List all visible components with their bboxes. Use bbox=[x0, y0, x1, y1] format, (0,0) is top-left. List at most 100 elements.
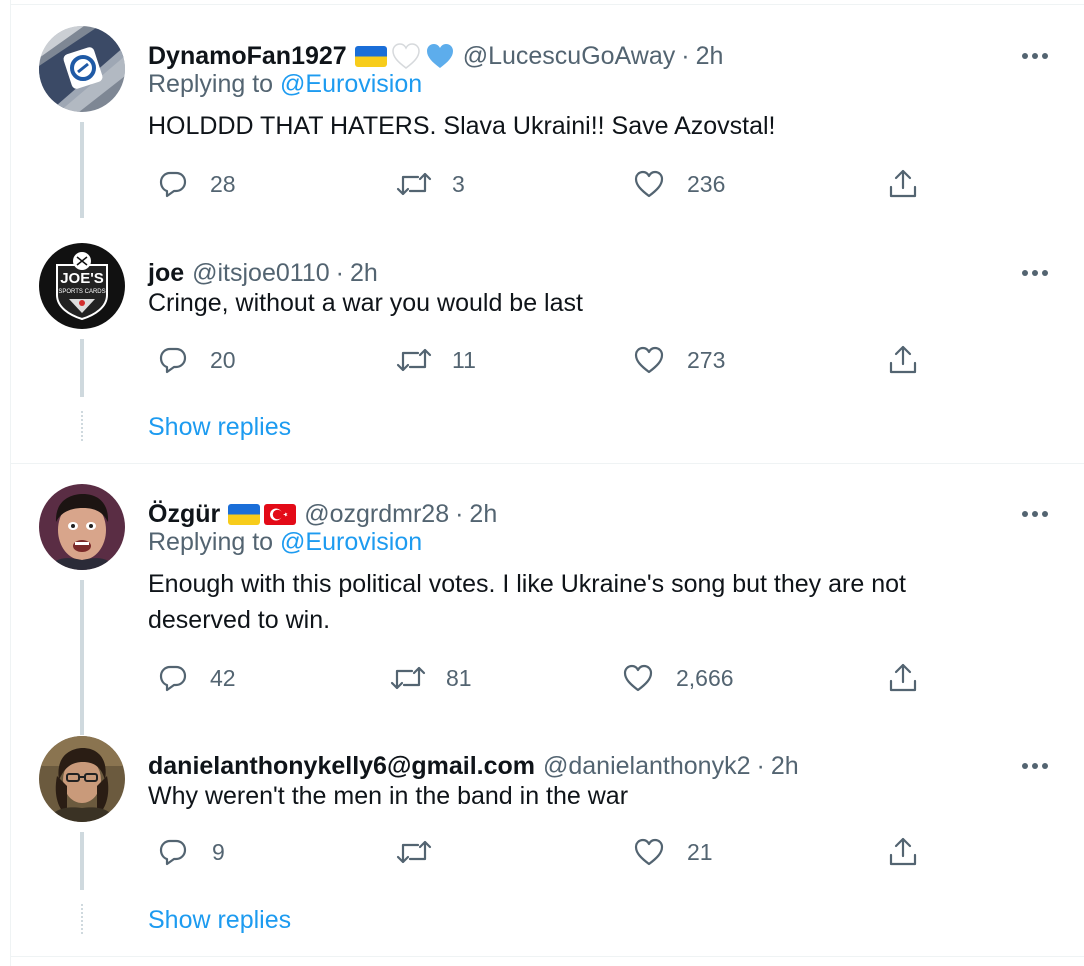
avatar-logo-text-2: SPORTS CARDS bbox=[58, 289, 105, 295]
avatar-logo-text-1: JOE'S bbox=[60, 270, 104, 287]
retweet-button[interactable]: 3 bbox=[396, 164, 465, 204]
reply-count: 20 bbox=[210, 346, 236, 373]
reply-icon bbox=[159, 171, 187, 198]
avatar-danielanthonykelly[interactable] bbox=[39, 736, 125, 822]
thread-divider bbox=[11, 463, 1084, 464]
tweet-text-line: deserved to win. bbox=[148, 606, 331, 634]
share-button[interactable] bbox=[888, 164, 918, 204]
retweet-icon bbox=[396, 348, 432, 372]
like-icon bbox=[634, 170, 664, 198]
like-button[interactable]: 236 bbox=[633, 164, 725, 204]
timestamp[interactable]: 2h bbox=[771, 752, 799, 781]
show-replies-link[interactable]: Show replies bbox=[148, 413, 291, 442]
like-button[interactable]: 273 bbox=[633, 340, 725, 380]
bottom-divider bbox=[11, 956, 1084, 957]
tweet-actions: 20 11 273 bbox=[148, 340, 928, 380]
like-icon bbox=[623, 664, 653, 692]
thread-line bbox=[80, 580, 84, 735]
share-icon bbox=[889, 169, 917, 198]
reply-button[interactable]: 28 bbox=[158, 164, 236, 204]
replying-mention-link[interactable]: @Eurovision bbox=[280, 70, 422, 98]
retweet-button[interactable]: 81 bbox=[390, 658, 472, 698]
share-icon bbox=[889, 837, 917, 866]
reply-count: 9 bbox=[212, 838, 225, 865]
thread-dots bbox=[81, 411, 85, 441]
reply-button[interactable]: 20 bbox=[158, 340, 236, 380]
retweet-count: 11 bbox=[452, 346, 476, 373]
avatar-joe[interactable]: JOE'S SPORTS CARDS bbox=[39, 243, 125, 329]
share-button[interactable] bbox=[888, 832, 918, 872]
conversation-timeline: DynamoFan1927 @LucescuGoAway · 2h Replyi… bbox=[10, 0, 1084, 966]
ukraine-flag-emoji bbox=[354, 45, 387, 67]
share-icon bbox=[889, 345, 917, 374]
tweet-text-line: Enough with this political votes. I like… bbox=[148, 570, 906, 598]
reply-button[interactable]: 42 bbox=[158, 658, 236, 698]
user-handle[interactable]: @itsjoe0110 bbox=[192, 259, 330, 288]
like-count: 21 bbox=[687, 838, 713, 865]
tweet-danielanthonykelly[interactable]: danielanthonykelly6@gmail.com @danielant… bbox=[11, 736, 1084, 956]
more-icon[interactable] bbox=[1015, 36, 1055, 76]
show-replies-link[interactable]: Show replies bbox=[148, 906, 291, 935]
reply-count: 28 bbox=[210, 170, 236, 197]
share-button[interactable] bbox=[888, 658, 918, 698]
tweet-actions: 9 21 bbox=[148, 832, 928, 872]
display-name[interactable]: joe bbox=[148, 259, 184, 288]
like-count: 273 bbox=[687, 346, 726, 373]
separator-dot: · bbox=[455, 499, 464, 528]
like-icon bbox=[634, 838, 664, 866]
reply-count: 42 bbox=[210, 664, 236, 691]
thread-line bbox=[80, 339, 84, 397]
like-icon bbox=[634, 346, 664, 374]
reply-icon bbox=[159, 839, 187, 866]
tweet-actions: 28 3 236 bbox=[148, 164, 928, 204]
retweet-button[interactable] bbox=[396, 832, 454, 872]
tweet-joe[interactable]: JOE'S SPORTS CARDS joe @itsjoe0110 · 2h … bbox=[11, 243, 1084, 463]
tweet-dynamofan[interactable]: DynamoFan1927 @LucescuGoAway · 2h Replyi… bbox=[11, 26, 1084, 218]
thread-line bbox=[80, 122, 84, 218]
display-name[interactable]: DynamoFan1927 bbox=[148, 42, 347, 71]
tweet-text: Why weren't the men in the band in the w… bbox=[148, 782, 629, 810]
tweet-text: Cringe, without a war you would be last bbox=[148, 289, 583, 317]
like-count: 2,666 bbox=[676, 664, 734, 691]
replying-prefix: Replying to bbox=[148, 528, 281, 556]
retweet-button[interactable]: 11 bbox=[396, 340, 476, 380]
tweet-text: HOLDDD THAT HATERS. Slava Ukraini!! Save… bbox=[148, 112, 776, 140]
share-button[interactable] bbox=[888, 340, 918, 380]
timestamp[interactable]: 2h bbox=[469, 500, 497, 529]
timestamp[interactable]: 2h bbox=[350, 259, 378, 288]
like-count: 236 bbox=[687, 170, 726, 197]
separator-dot: · bbox=[756, 751, 765, 780]
more-icon[interactable] bbox=[1015, 494, 1055, 534]
separator-dot: · bbox=[335, 258, 344, 287]
timestamp[interactable]: 2h bbox=[696, 42, 724, 71]
share-icon bbox=[889, 663, 917, 692]
turkey-flag-emoji bbox=[264, 503, 297, 525]
thread-dots bbox=[81, 904, 85, 934]
retweet-count: 3 bbox=[452, 170, 465, 197]
reply-icon bbox=[159, 665, 187, 692]
tweet-ozgur[interactable]: Özgür @ozgrdmr28 · 2h Replying to @Eurov… bbox=[11, 484, 1084, 735]
separator-dot: · bbox=[681, 41, 690, 70]
replying-to: Replying to @Eurovision bbox=[148, 528, 422, 557]
retweet-icon bbox=[396, 840, 432, 864]
avatar-ozgur[interactable] bbox=[39, 484, 125, 570]
user-handle[interactable]: @LucescuGoAway bbox=[463, 42, 676, 71]
like-button[interactable]: 2,666 bbox=[622, 658, 734, 698]
white-heart-icon bbox=[391, 42, 421, 70]
display-name[interactable]: danielanthonykelly6@gmail.com bbox=[148, 752, 535, 781]
replying-to: Replying to @Eurovision bbox=[148, 70, 422, 99]
replying-prefix: Replying to bbox=[148, 70, 281, 98]
display-name[interactable]: Özgür bbox=[148, 500, 220, 529]
like-button[interactable]: 21 bbox=[633, 832, 713, 872]
retweet-icon bbox=[396, 172, 432, 196]
user-handle[interactable]: @ozgrdmr28 bbox=[304, 500, 449, 529]
blue-heart-icon bbox=[425, 42, 455, 70]
avatar-dynamofan[interactable] bbox=[39, 26, 125, 112]
replying-mention-link[interactable]: @Eurovision bbox=[280, 528, 422, 556]
ukraine-flag-emoji bbox=[228, 503, 261, 525]
thread-line bbox=[80, 832, 84, 890]
top-divider bbox=[11, 4, 1084, 5]
user-handle[interactable]: @danielanthonyk2 bbox=[543, 752, 750, 781]
retweet-icon bbox=[390, 666, 426, 690]
reply-button[interactable]: 9 bbox=[158, 832, 225, 872]
